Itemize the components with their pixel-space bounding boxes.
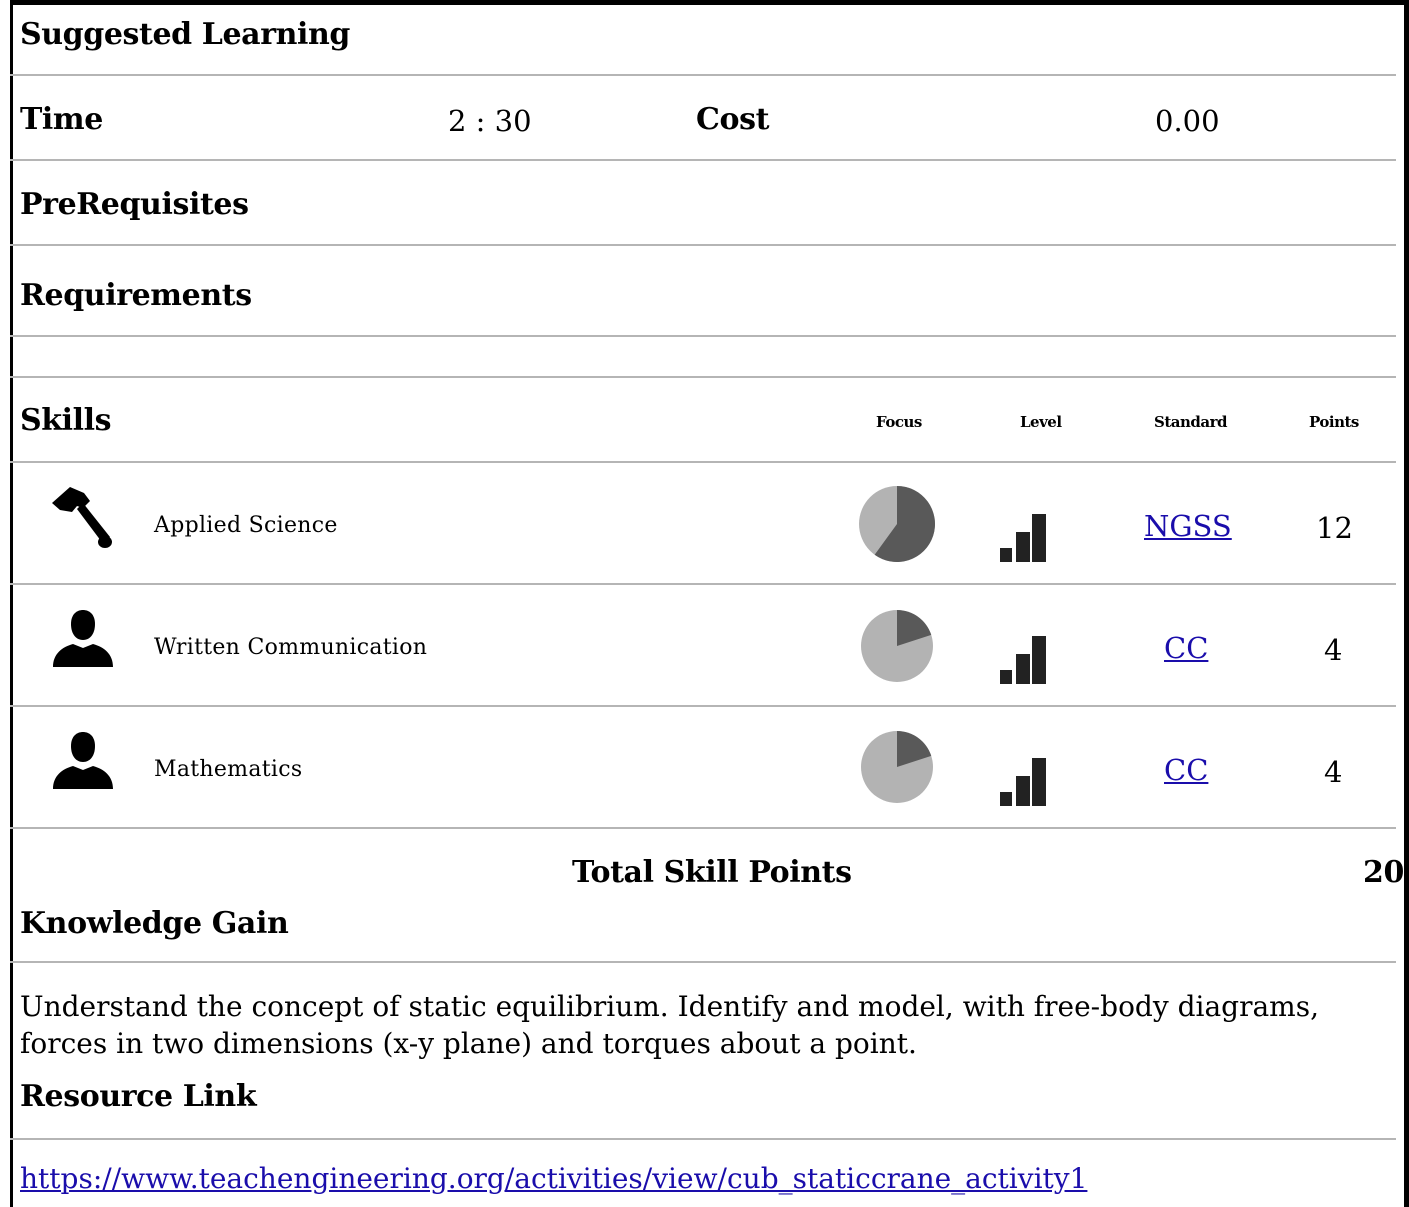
level-bar: [1000, 670, 1012, 684]
divider: [10, 335, 1396, 337]
divider: [10, 961, 1396, 963]
level-column-header: Level: [1020, 413, 1062, 431]
focus-pie-chart: [861, 610, 933, 682]
skill-points: 4: [1324, 633, 1343, 667]
level-bar: [1032, 758, 1046, 806]
resource-link-heading: Resource Link: [20, 1079, 257, 1114]
level-bar: [1016, 654, 1030, 684]
standard-link-ngss[interactable]: NGSS: [1144, 509, 1232, 543]
level-bar: [1032, 514, 1046, 562]
requirements-heading: Requirements: [20, 278, 252, 313]
cost-value: 0.00: [1155, 104, 1220, 138]
skill-points: 4: [1324, 755, 1343, 789]
divider: [10, 74, 1396, 76]
person-icon: [53, 610, 113, 667]
level-bars-icon: [1000, 514, 1046, 562]
divider: [10, 583, 1396, 585]
divider: [10, 159, 1396, 161]
time-value: 2 : 30: [448, 104, 532, 138]
skill-name: Written Communication: [154, 635, 428, 660]
resource-url-link[interactable]: https://www.teachengineering.org/activit…: [20, 1162, 1087, 1195]
focus-pie-chart: [861, 731, 933, 803]
total-skill-points-value: 20: [1363, 855, 1404, 890]
divider: [10, 461, 1396, 463]
knowledge-gain-heading: Knowledge Gain: [20, 906, 289, 941]
level-bar: [1016, 776, 1030, 806]
level-bars-icon: [1000, 636, 1046, 684]
level-bar: [1016, 532, 1030, 562]
points-column-header: Points: [1309, 413, 1359, 431]
skill-name: Mathematics: [154, 757, 303, 782]
skill-points: 12: [1316, 511, 1353, 545]
suggested-learning-heading: Suggested Learning: [20, 17, 350, 52]
divider: [10, 244, 1396, 246]
focus-pie-chart: [859, 486, 935, 562]
level-bar: [1032, 636, 1046, 684]
divider: [10, 705, 1396, 707]
knowledge-gain-text-line-2: forces in two dimensions (x-y plane) and…: [20, 1027, 917, 1060]
level-bars-icon: [1000, 758, 1046, 806]
divider: [10, 376, 1396, 378]
prerequisites-heading: PreRequisites: [20, 187, 249, 222]
standard-link-cc[interactable]: CC: [1164, 631, 1208, 665]
divider: [10, 827, 1396, 829]
skills-heading: Skills: [20, 403, 112, 438]
divider: [10, 1138, 1396, 1140]
focus-column-header: Focus: [876, 413, 922, 431]
time-label: Time: [20, 102, 103, 137]
knowledge-gain-text-line-1: Understand the concept of static equilib…: [20, 990, 1319, 1023]
standard-column-header: Standard: [1154, 413, 1228, 431]
level-bar: [1000, 792, 1012, 806]
hammer-icon: [52, 487, 112, 548]
cost-label: Cost: [696, 102, 770, 137]
level-bar: [1000, 548, 1012, 562]
skill-name: Applied Science: [154, 513, 338, 538]
person-icon: [53, 732, 113, 789]
standard-link-cc[interactable]: CC: [1164, 753, 1208, 787]
total-skill-points-label: Total Skill Points: [572, 855, 852, 890]
